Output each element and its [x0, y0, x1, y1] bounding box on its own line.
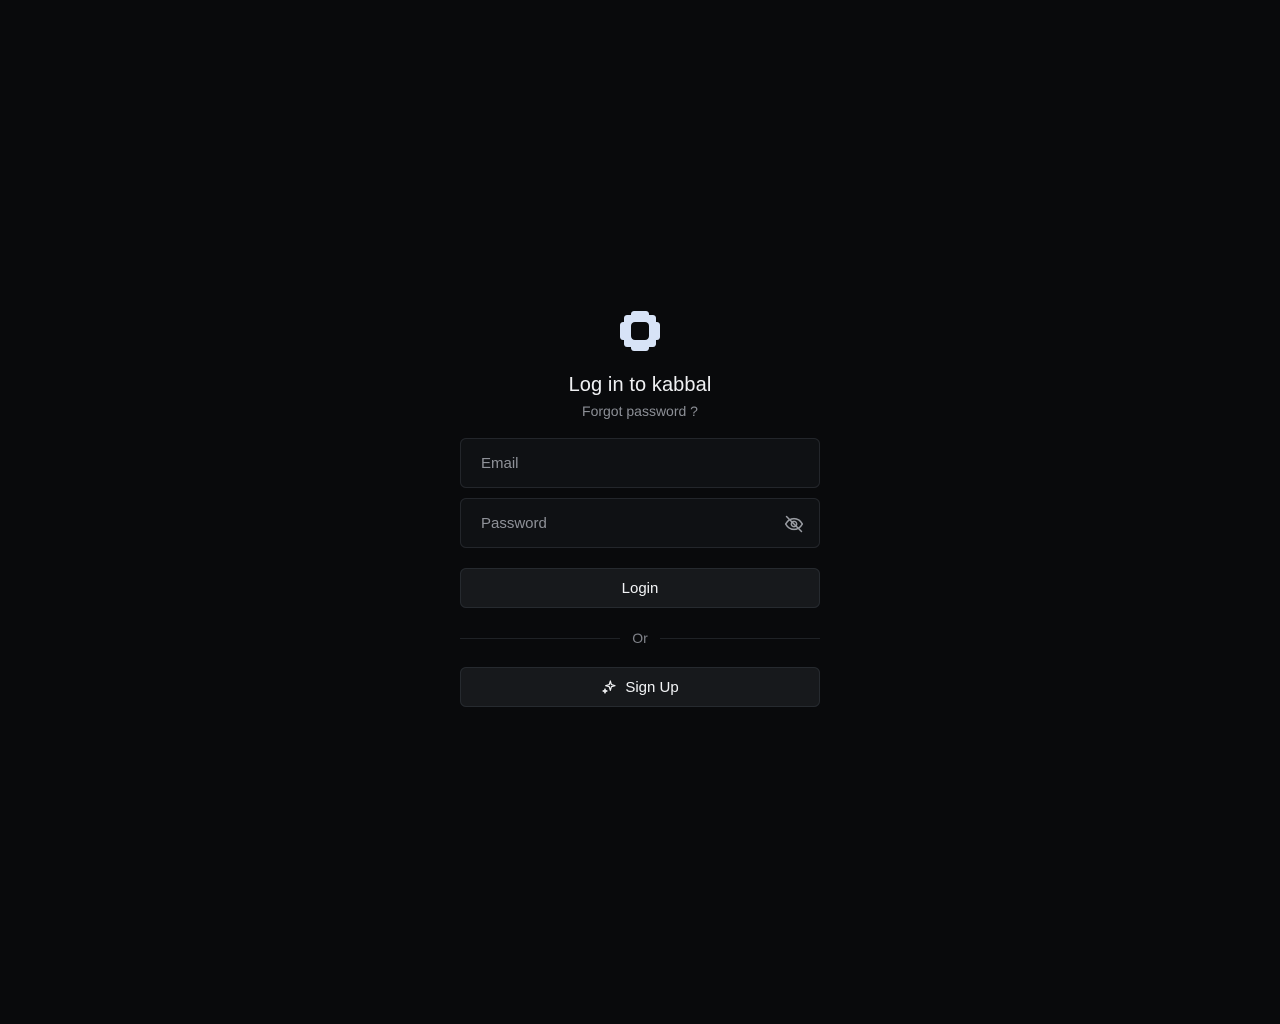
sign-up-button-label: Sign Up — [625, 678, 679, 696]
email-field-container — [460, 438, 820, 488]
kabbal-logo-icon — [620, 311, 660, 351]
email-field[interactable] — [461, 439, 819, 487]
divider-line-right — [659, 637, 820, 639]
page-title: Log in to kabbal — [568, 374, 712, 396]
login-panel: Log in to kabbal Forgot password ? Login… — [460, 310, 820, 707]
or-divider: Or — [460, 628, 820, 648]
divider-text: Or — [632, 630, 648, 646]
sparkle-icon — [601, 679, 617, 695]
divider-line-left — [460, 637, 621, 639]
password-field[interactable] — [461, 499, 819, 547]
login-page: Log in to kabbal Forgot password ? Login… — [0, 0, 1280, 1024]
forgot-password-link[interactable]: Forgot password ? — [460, 402, 820, 420]
login-button-label: Login — [621, 579, 659, 597]
eye-off-icon[interactable] — [783, 513, 805, 535]
sign-up-button[interactable]: Sign Up — [460, 667, 820, 707]
logo — [460, 310, 820, 352]
login-button[interactable]: Login — [460, 568, 820, 608]
password-field-container — [460, 498, 820, 548]
